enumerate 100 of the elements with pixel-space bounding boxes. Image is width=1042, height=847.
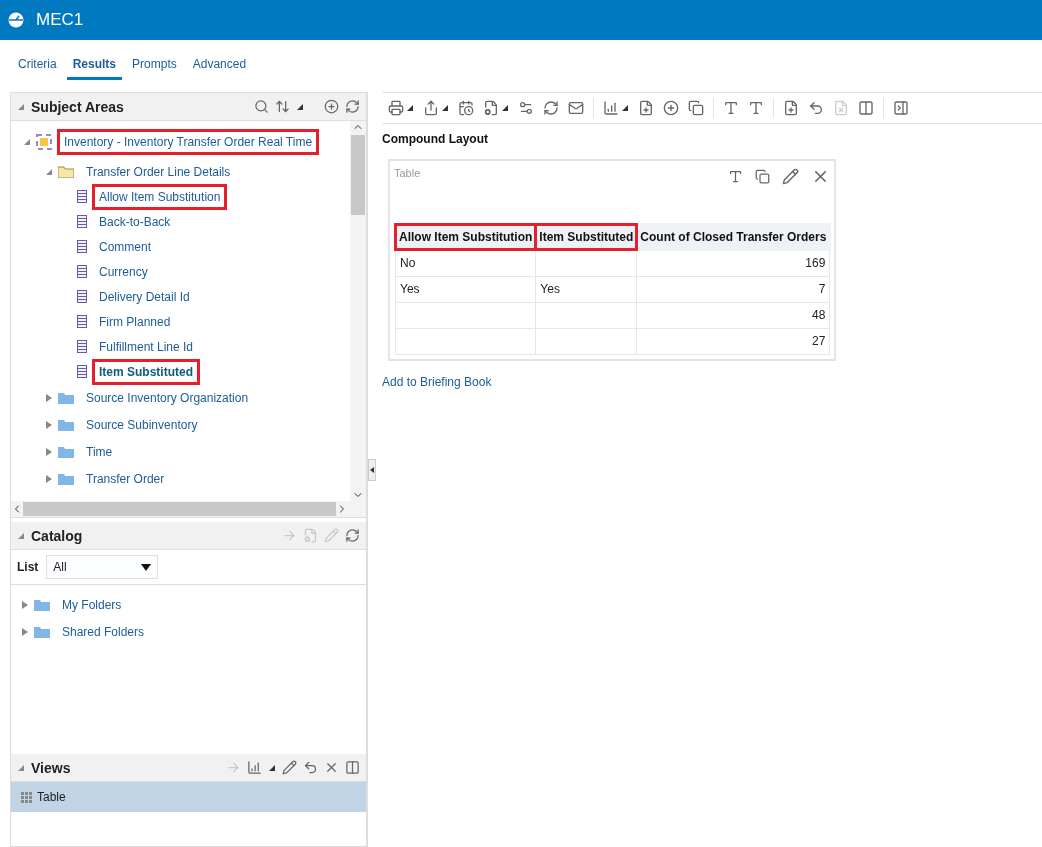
tree-item[interactable]: Back-to-Back xyxy=(92,208,178,235)
columns-button[interactable] xyxy=(858,100,874,116)
collapse-triangle-icon[interactable] xyxy=(441,104,449,112)
table-cell: No xyxy=(395,249,536,277)
column-header: Count of Closed Transfer Orders xyxy=(636,224,830,250)
collapse-triangle-icon[interactable] xyxy=(621,104,629,112)
tab[interactable]: Results xyxy=(66,53,123,80)
list-label: List xyxy=(17,560,39,574)
folder-icon xyxy=(58,418,74,431)
refresh-icon[interactable] xyxy=(345,528,360,543)
add-group-button[interactable] xyxy=(663,100,679,116)
column-header: Allow Item Substitution xyxy=(395,224,536,250)
pane-title: Views xyxy=(31,759,72,776)
folder-icon xyxy=(58,391,74,404)
folder-icon xyxy=(58,165,74,178)
vertical-scrollbar[interactable] xyxy=(350,121,366,501)
expand-triangle-icon[interactable] xyxy=(21,627,29,636)
tree-item[interactable]: Source Inventory Organization xyxy=(79,384,256,411)
settings-button[interactable] xyxy=(518,100,534,116)
tree-item[interactable]: Transfer Order Line Details xyxy=(79,158,238,185)
refresh-icon[interactable] xyxy=(345,99,360,114)
tab[interactable]: Criteria xyxy=(12,53,63,80)
format-button[interactable] xyxy=(748,100,764,116)
tree-item[interactable]: Currency xyxy=(92,258,155,285)
table-cell: Yes xyxy=(395,276,536,303)
table-cell: 48 xyxy=(636,302,830,329)
tree-item[interactable]: Transfer Order xyxy=(79,465,172,492)
expand-triangle-icon[interactable] xyxy=(45,393,53,402)
scrollbar-thumb[interactable] xyxy=(23,502,336,516)
undo-icon[interactable] xyxy=(303,760,318,775)
search-icon[interactable] xyxy=(254,99,269,114)
collapse-triangle-icon[interactable] xyxy=(501,104,509,112)
chart-icon[interactable] xyxy=(247,760,262,775)
column-icon xyxy=(77,315,87,328)
email-button[interactable] xyxy=(568,100,584,116)
grid-icon xyxy=(21,791,33,803)
tree-item[interactable]: My Folders xyxy=(55,591,129,618)
undo-button[interactable] xyxy=(808,100,824,116)
add-layout-button[interactable] xyxy=(783,100,799,116)
schedule-button[interactable] xyxy=(458,100,474,116)
column-header: Item Substituted xyxy=(535,224,637,250)
tab[interactable]: Prompts xyxy=(126,53,183,80)
text-button[interactable] xyxy=(723,100,739,116)
add-icon[interactable] xyxy=(324,99,339,114)
view-item[interactable]: Table xyxy=(11,782,366,812)
preview-button[interactable] xyxy=(483,100,509,116)
folder-icon xyxy=(58,445,74,458)
export-button[interactable] xyxy=(423,100,449,116)
table-cell: 169 xyxy=(636,249,830,277)
delete-icon[interactable] xyxy=(324,760,339,775)
folder-icon xyxy=(34,625,50,638)
tree-item[interactable]: Item Substituted xyxy=(92,358,200,385)
column-icon xyxy=(77,215,87,228)
panel-button[interactable] xyxy=(893,100,909,116)
columns-icon[interactable] xyxy=(345,760,360,775)
collapse-triangle-icon[interactable] xyxy=(296,102,304,111)
tree-item[interactable]: Delivery Detail Id xyxy=(92,283,197,310)
subject-area-icon xyxy=(36,134,52,150)
expand-triangle-icon[interactable] xyxy=(45,474,53,483)
list-dropdown[interactable]: All xyxy=(46,555,159,579)
edit-icon[interactable] xyxy=(782,168,799,185)
tree-item[interactable]: Time xyxy=(79,438,120,465)
view-title: Table xyxy=(394,167,421,179)
tree-item[interactable]: Shared Folders xyxy=(55,618,152,645)
column-icon xyxy=(77,365,87,378)
expand-triangle-icon[interactable] xyxy=(21,600,29,609)
format-icon[interactable] xyxy=(728,169,743,184)
dropdown-caret-icon xyxy=(141,563,152,571)
tree-item[interactable]: Source Subinventory xyxy=(79,411,205,438)
tree-item[interactable]: Comment xyxy=(92,233,158,260)
expand-triangle-icon[interactable] xyxy=(45,447,53,456)
edit-icon[interactable] xyxy=(282,760,297,775)
table-cell: 7 xyxy=(636,276,830,303)
pane-title: Subject Areas xyxy=(31,98,125,115)
table-cell: 27 xyxy=(636,328,830,355)
new-view-button[interactable] xyxy=(603,100,629,116)
add-file-button[interactable] xyxy=(638,100,654,116)
tree-item[interactable]: Allow Item Substitution xyxy=(92,183,228,210)
expand-triangle-icon[interactable] xyxy=(45,420,53,429)
horizontal-scrollbar[interactable] xyxy=(11,501,366,518)
column-icon xyxy=(77,240,87,253)
column-icon xyxy=(77,190,87,203)
collapse-triangle-icon[interactable] xyxy=(268,763,276,772)
column-icon xyxy=(77,265,87,278)
add-calculation-button[interactable] xyxy=(688,100,704,116)
splitter-handle[interactable] xyxy=(368,458,376,481)
app-logo-icon xyxy=(8,12,24,28)
column-icon xyxy=(77,340,87,353)
collapse-triangle-icon[interactable] xyxy=(406,104,414,112)
tree-item[interactable]: Fulfillment Line Id xyxy=(92,333,201,360)
refresh-button[interactable] xyxy=(543,100,559,116)
tree-item[interactable]: Inventory - Inventory Transfer Order Real Time xyxy=(57,129,320,155)
tab[interactable]: Advanced xyxy=(186,53,253,80)
sort-icon[interactable] xyxy=(275,99,290,114)
scrollbar-thumb[interactable] xyxy=(351,135,365,215)
print-button[interactable] xyxy=(388,100,414,116)
tree-item[interactable]: Firm Planned xyxy=(92,308,178,335)
table-cell: Yes xyxy=(535,276,637,303)
window-title: MEC1 xyxy=(36,10,84,30)
briefing-book-link[interactable]: Add to Briefing Book xyxy=(382,375,1042,389)
